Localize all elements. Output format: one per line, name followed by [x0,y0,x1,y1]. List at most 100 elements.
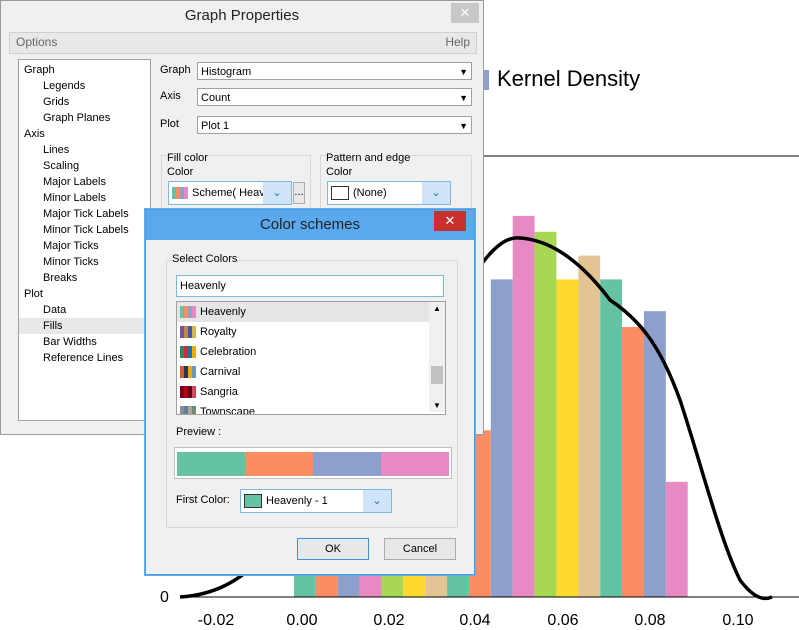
histogram-bar [600,279,623,597]
axis-select-value: Count [201,92,231,104]
tree-item[interactable]: Minor Labels [19,190,148,206]
histogram-bar [534,231,557,597]
histogram-bar [556,279,579,597]
scheme-name: Carnival [200,366,241,378]
plot-select-value: Plot 1 [201,120,230,132]
y-tick-label: 0 [160,589,169,606]
tree-item[interactable]: Lines [19,142,148,158]
tree-item[interactable]: Plot [19,286,148,302]
histogram-bar [512,215,535,597]
tree-item[interactable]: Major Ticks [19,238,148,254]
preview-strip [174,447,452,479]
x-tick-label: 0.04 [459,612,491,629]
axis-select[interactable]: Count ▼ [197,88,472,106]
x-tick-label: -0.02 [197,612,235,629]
histogram-bar [293,573,316,597]
window-title: Graph Properties [1,1,483,31]
histogram-bar [315,573,338,597]
histogram-bar [578,255,601,597]
scheme-list-item[interactable]: Heavenly [177,302,429,322]
scheme-name: Celebration [200,346,257,358]
tree-item[interactable]: Minor Ticks [19,254,148,270]
scroll-up-icon[interactable]: ▲ [433,304,441,313]
first-color-swatch [244,494,262,509]
preview-color-block [177,452,245,476]
chevron-down-icon: ▼ [459,67,468,77]
tree-item[interactable]: Scaling [19,158,148,174]
scroll-down-icon[interactable]: ▼ [433,401,441,410]
scheme-swatch [180,326,196,339]
tree-item[interactable]: Graph [19,62,148,78]
tree-item[interactable]: Graph Planes [19,110,148,126]
menu-options[interactable]: Options [16,35,57,49]
tree-item[interactable]: Data [19,302,148,318]
scheme-list-item[interactable]: Carnival [177,362,429,382]
scrollbar[interactable]: ▲ ▼ [429,302,445,412]
plot-label: Plot [160,118,179,130]
x-tick-label: 0.06 [547,612,579,629]
tree-item[interactable]: Minor Tick Labels [19,222,148,238]
graph-select-value: Histogram [201,66,252,78]
fill-more-button[interactable]: ... [293,182,305,204]
scheme-swatch [180,386,196,399]
first-color-value: Heavenly - 1 [266,495,328,507]
histogram-bar [403,573,426,597]
x-tick-label: 0.10 [722,612,754,629]
tree-item[interactable]: Fills [19,318,148,334]
graph-select[interactable]: Histogram ▼ [197,62,472,80]
scrollbar-thumb[interactable] [431,366,443,384]
fill-color-label: Color [167,166,194,178]
x-tick-label: 0.08 [634,612,666,629]
tree-item[interactable]: Breaks [19,270,148,286]
scheme-list[interactable]: Heavenly Royalty Celebration Carnival Sangri… [176,301,446,415]
ok-button[interactable]: OK [297,538,369,560]
scheme-list-item[interactable]: Sangria [177,382,429,402]
properties-tree[interactable]: Graph Legends Grids Graph Planes Axis Lines Sc… [18,59,151,421]
chevron-down-icon: ⌄ [263,182,291,204]
first-color-select[interactable]: Heavenly - 1 ⌄ [240,489,392,513]
scheme-swatch [180,346,196,359]
edge-color-label: Color [326,166,353,178]
tree-item[interactable]: Bar Widths [19,334,148,350]
preview-color-block [245,452,313,476]
tree-item[interactable]: Axis [19,126,148,142]
tree-item[interactable]: Legends [19,78,148,94]
histogram-bar [490,279,513,597]
first-color-label: First Color: [176,494,230,506]
empty-swatch [331,186,349,201]
fill-color-group-label: Fill color [167,152,208,164]
tree-item[interactable]: Major Labels [19,174,148,190]
axis-label: Axis [160,90,181,102]
edge-color-select[interactable]: (None) ⌄ [327,181,451,205]
histogram-bar [381,573,404,597]
edge-color-value: (None) [353,187,387,199]
histogram-bar [337,573,360,597]
scheme-name: Townscape [200,406,256,415]
chevron-down-icon: ⌄ [363,490,391,512]
scheme-swatch [172,187,188,200]
fill-color-select[interactable]: Scheme( Heav ⌄ [168,181,292,205]
scheme-swatch [180,366,196,379]
scheme-swatch [180,406,196,414]
menu-help[interactable]: Help [445,35,470,49]
cancel-button[interactable]: Cancel [384,538,456,560]
close-button[interactable]: ✕ [451,3,479,23]
scheme-list-item[interactable]: Celebration [177,342,429,362]
tree-item[interactable]: Grids [19,94,148,110]
dialog-title: Color schemes [146,210,474,240]
chevron-down-icon: ⌄ [422,182,450,204]
histogram-bar [665,481,688,597]
histogram-bar [643,311,666,597]
tree-item[interactable]: Major Tick Labels [19,206,148,222]
plot-select[interactable]: Plot 1 ▼ [197,116,472,134]
x-tick-label: 0.00 [286,612,318,629]
menu-bar: Options Help [9,32,477,54]
tree-item[interactable]: Reference Lines [19,350,148,366]
scheme-name: Royalty [200,326,237,338]
scheme-search-input[interactable]: Heavenly [176,275,444,297]
histogram-bar [425,573,448,597]
scheme-list-item[interactable]: Royalty [177,322,429,342]
histogram-bar [622,327,644,597]
close-button[interactable]: ✕ [434,211,466,231]
scheme-list-item[interactable]: Townscape [177,402,429,415]
